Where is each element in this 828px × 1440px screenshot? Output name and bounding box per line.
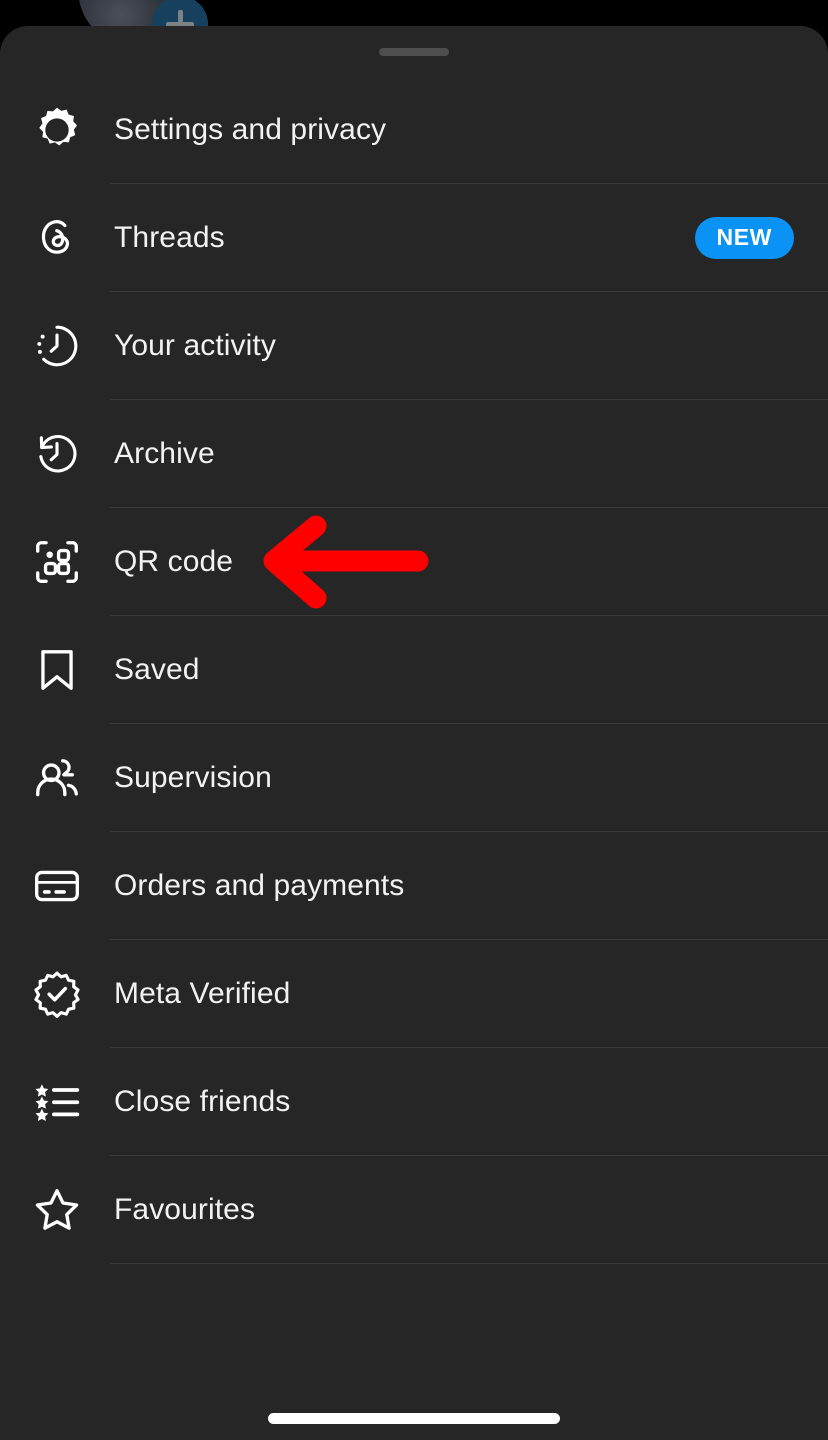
menu-item-meta-verified[interactable]: Meta Verified <box>0 940 828 1048</box>
qr-code-icon <box>28 533 86 591</box>
sheet-drag-handle[interactable] <box>379 48 449 56</box>
menu-bottom-sheet: Settings and privacy Threads NEW Your ac… <box>0 26 828 1440</box>
menu-item-close-friends[interactable]: Close friends <box>0 1048 828 1156</box>
bookmark-icon <box>28 641 86 699</box>
menu-list: Settings and privacy Threads NEW Your ac… <box>0 76 828 1264</box>
star-list-icon <box>28 1073 86 1131</box>
menu-item-qr-code[interactable]: QR code <box>0 508 828 616</box>
archive-clock-icon <box>28 425 86 483</box>
menu-item-label: Threads <box>114 221 225 254</box>
menu-item-supervision[interactable]: Supervision <box>0 724 828 832</box>
menu-item-label: Orders and payments <box>114 869 405 902</box>
home-indicator-bar <box>268 1413 560 1424</box>
people-icon <box>28 749 86 807</box>
activity-clock-icon <box>28 317 86 375</box>
menu-item-label: QR code <box>114 545 234 578</box>
phone-screen: Settings and privacy Threads NEW Your ac… <box>0 0 828 1440</box>
menu-item-orders-and-payments[interactable]: Orders and payments <box>0 832 828 940</box>
menu-item-label: Your activity <box>114 329 276 362</box>
status-badge-new: NEW <box>694 217 794 259</box>
menu-item-archive[interactable]: Archive <box>0 400 828 508</box>
menu-item-favourites[interactable]: Favourites <box>0 1156 828 1264</box>
credit-card-icon <box>28 857 86 915</box>
menu-item-your-activity[interactable]: Your activity <box>0 292 828 400</box>
menu-item-label: Meta Verified <box>114 977 291 1010</box>
star-outline-icon <box>28 1181 86 1239</box>
menu-item-label: Supervision <box>114 761 272 794</box>
menu-item-label: Close friends <box>114 1085 291 1118</box>
verified-badge-icon <box>28 965 86 1023</box>
menu-item-threads[interactable]: Threads NEW <box>0 184 828 292</box>
menu-item-label: Saved <box>114 653 200 686</box>
menu-item-saved[interactable]: Saved <box>0 616 828 724</box>
gear-icon <box>28 101 86 159</box>
threads-icon <box>28 209 86 267</box>
menu-item-label: Archive <box>114 437 215 470</box>
menu-item-label: Settings and privacy <box>114 113 387 146</box>
row-divider <box>110 1263 828 1264</box>
menu-item-label: Favourites <box>114 1193 256 1226</box>
menu-item-settings-and-privacy[interactable]: Settings and privacy <box>0 76 828 184</box>
